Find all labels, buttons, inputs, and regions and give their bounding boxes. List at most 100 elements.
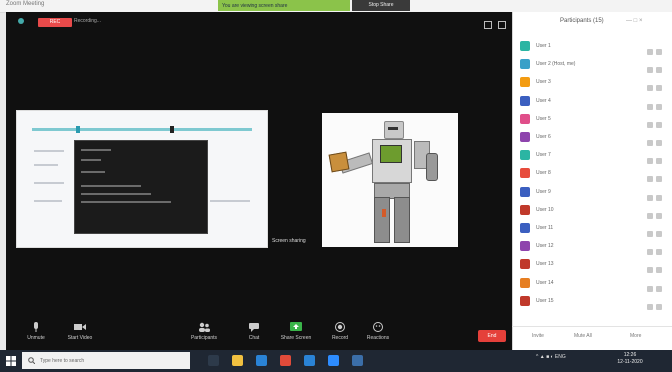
video-off-icon <box>656 49 662 55</box>
mute-all-button[interactable]: Mute All <box>574 333 592 339</box>
participant-row[interactable]: User 6 <box>516 129 668 146</box>
participant-status <box>644 242 664 256</box>
info-icon[interactable] <box>484 21 492 29</box>
start-video-button[interactable]: Start Video <box>62 322 98 341</box>
participant-row[interactable]: User 4 <box>516 93 668 110</box>
participant-row[interactable]: User 5 <box>516 111 668 128</box>
file-explorer-icon[interactable] <box>232 355 243 366</box>
security-icon[interactable] <box>18 18 24 24</box>
participant-name: User 4 <box>536 97 551 104</box>
mic-muted-icon <box>647 49 653 55</box>
taskbar-clock[interactable]: 12:26 12-11-2020 <box>614 352 646 366</box>
recording-label: Recording... <box>74 18 101 24</box>
mic-muted-icon <box>647 231 653 237</box>
terminal-line <box>81 159 101 161</box>
avatar <box>520 259 530 270</box>
avatar <box>520 113 530 124</box>
invite-button[interactable]: Invite <box>532 333 544 339</box>
zoom-icon[interactable] <box>328 355 339 366</box>
ruler-marker <box>170 126 174 133</box>
participant-row[interactable]: User 10 <box>516 202 668 219</box>
shared-screen-ruler <box>32 128 252 131</box>
avatar <box>520 295 530 306</box>
share-banner-text: You are viewing screen share <box>222 3 288 9</box>
participant-row[interactable]: User 9 <box>516 184 668 201</box>
fullscreen-icon[interactable] <box>498 21 506 29</box>
edge-icon[interactable] <box>256 355 267 366</box>
system-tray[interactable]: ^ ▲ ■ ◐ ENG <box>536 354 566 360</box>
mic-muted-icon <box>647 212 653 219</box>
chat-icon <box>249 323 259 332</box>
participants-button[interactable]: Participants <box>186 322 222 341</box>
mic-muted-icon <box>647 140 653 146</box>
avatar <box>520 150 530 161</box>
toolbar-label: Share Screen <box>280 335 312 341</box>
robot-hand <box>328 151 350 173</box>
participant-status <box>644 169 664 183</box>
view-controls <box>478 16 506 34</box>
participant-row[interactable]: User 14 <box>516 275 668 292</box>
chrome-icon[interactable] <box>280 355 291 366</box>
reactions-button[interactable]: Reactions <box>360 322 396 341</box>
participant-row[interactable]: User 8 <box>516 165 668 183</box>
ruler-marker <box>76 126 80 133</box>
participant-row[interactable]: User 7 <box>516 147 668 165</box>
video-off-icon <box>656 85 662 92</box>
doc-line <box>34 150 64 152</box>
window-title: Zoom Meeting <box>6 1 45 7</box>
avatar <box>520 204 530 215</box>
participant-row[interactable]: User 1 <box>516 38 668 55</box>
panel-window-controls[interactable]: — □ × <box>626 18 642 24</box>
robot-leg <box>374 197 390 243</box>
share-screen-button[interactable]: Share Screen <box>278 322 314 341</box>
participant-row[interactable]: User 3 <box>516 74 668 92</box>
mic-muted-icon <box>647 103 653 110</box>
participant-video-tile[interactable] <box>322 113 458 247</box>
video-off-icon <box>656 140 662 146</box>
participant-name: User 14 <box>536 279 554 286</box>
participants-icon <box>199 322 210 332</box>
share-screen-icon <box>290 322 302 331</box>
participant-row[interactable]: User 12 <box>516 238 668 256</box>
task-view-icon[interactable] <box>208 355 219 366</box>
participants-footer: Invite Mute All More <box>512 326 672 345</box>
avatar <box>520 186 530 197</box>
record-button[interactable]: Record <box>322 322 358 341</box>
video-off-icon <box>656 103 662 110</box>
taskbar-search-input[interactable]: Type here to search <box>22 352 190 369</box>
participant-name: User 5 <box>536 115 551 122</box>
participant-row[interactable]: User 2 (Host, me) <box>516 56 668 74</box>
robot-screen <box>380 145 402 163</box>
windows-start-icon[interactable] <box>6 356 16 366</box>
chat-button[interactable]: Chat <box>236 322 272 341</box>
video-off-icon <box>656 67 662 74</box>
stop-share-button[interactable]: Stop Share <box>352 0 410 11</box>
terminal-window <box>74 140 208 234</box>
participant-status <box>644 78 664 92</box>
robot-eyes <box>388 127 398 130</box>
mail-icon[interactable] <box>304 355 315 366</box>
participant-status <box>644 97 664 110</box>
mic-muted-icon <box>647 267 653 274</box>
mic-muted-icon <box>647 121 653 128</box>
mic-muted-icon <box>647 285 653 292</box>
participant-name: User 11 <box>536 225 554 231</box>
participant-status <box>644 188 664 201</box>
end-meeting-button[interactable]: End <box>478 330 506 342</box>
toolbar-label: Chat <box>248 335 260 341</box>
mic-icon <box>34 322 38 332</box>
shared-screen-label: Screen sharing <box>272 238 306 244</box>
participant-row[interactable]: User 11 <box>516 220 668 237</box>
avatar <box>520 241 530 252</box>
store-icon[interactable] <box>352 355 363 366</box>
reactions-icon <box>373 322 383 332</box>
participant-row[interactable]: User 13 <box>516 256 668 274</box>
robot-leg <box>394 197 410 243</box>
participant-row[interactable]: User 15 <box>516 293 668 310</box>
mic-muted-icon <box>647 158 653 165</box>
mic-muted-icon <box>647 249 653 256</box>
video-off-icon <box>656 194 662 201</box>
participant-status <box>644 60 664 74</box>
more-button[interactable]: More <box>630 333 641 339</box>
unmute-button[interactable]: Unmute <box>18 322 54 341</box>
